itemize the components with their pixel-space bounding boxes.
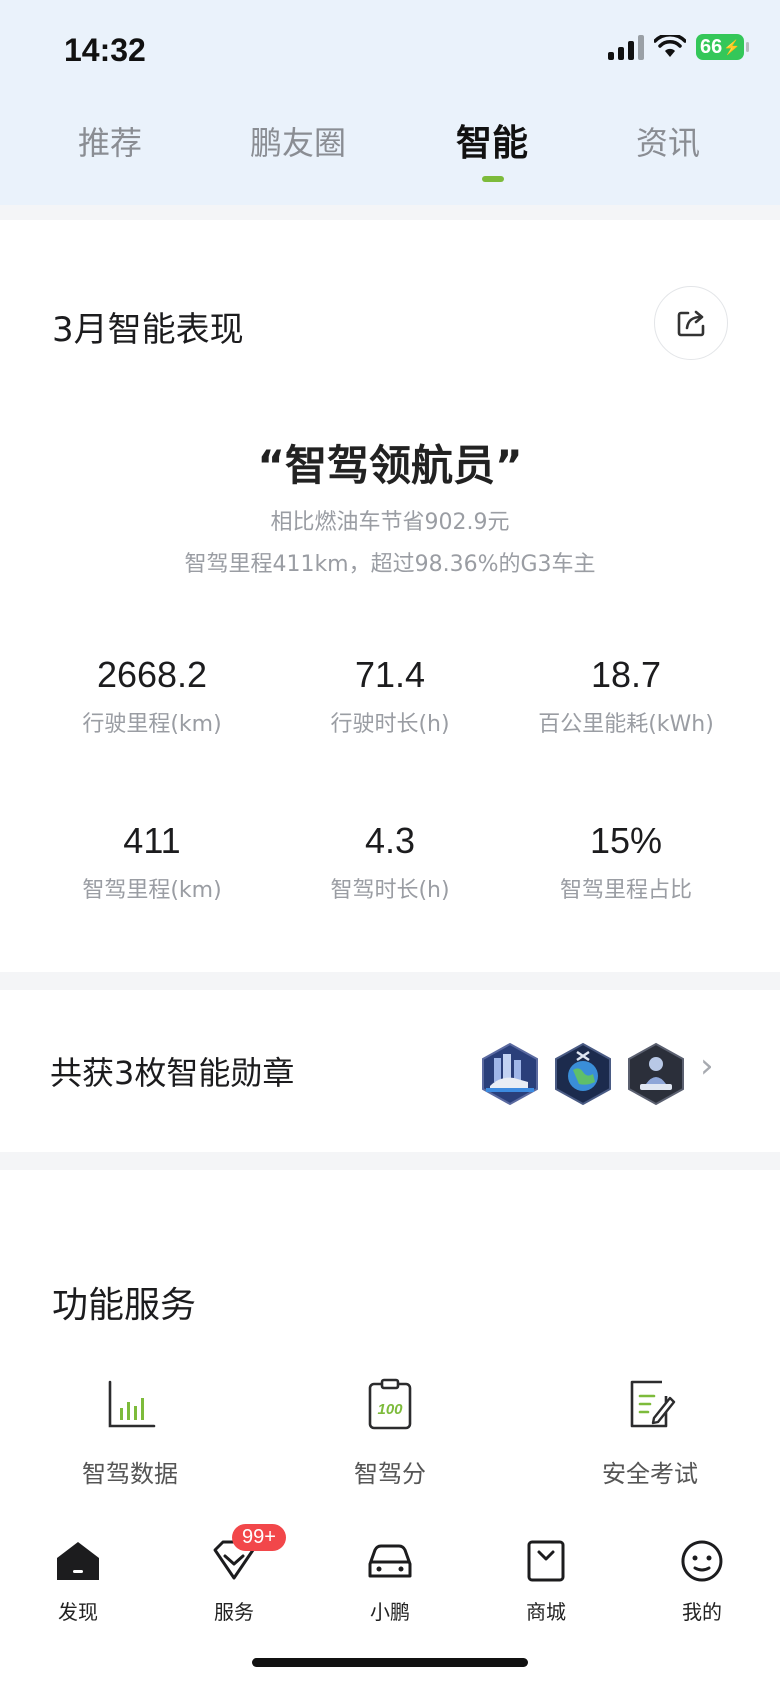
stat-value: 2668.2	[96, 654, 208, 695]
achievement-title: “智驾领航员”	[257, 441, 523, 490]
nav-label: 发现	[58, 1600, 98, 1624]
tab-recommend[interactable]: 推荐	[78, 118, 142, 164]
globe-medal-icon[interactable]	[553, 1042, 613, 1106]
city-car-medal-icon[interactable]	[480, 1042, 540, 1106]
service-label: 智驾数据	[82, 1460, 178, 1488]
status-time: 14:32	[64, 32, 146, 68]
car-icon	[368, 1544, 412, 1578]
stat-value: 411	[123, 820, 181, 861]
stat-value: 18.7	[590, 654, 662, 695]
service-smart-score[interactable]: 100 智驾分	[290, 1376, 490, 1489]
stat-value: 15%	[589, 820, 663, 861]
stat-label: 百公里能耗(kWh)	[538, 712, 714, 737]
service-label: 安全考试	[602, 1460, 698, 1488]
stat-label: 行驶里程(km)	[82, 712, 222, 737]
active-tab-indicator	[482, 176, 504, 182]
stat-smart-mileage-ratio: 15% 智驾里程占比	[506, 820, 746, 904]
status-indicators: 66 ⚡	[608, 34, 749, 60]
performance-title: 3月智能表现	[52, 310, 244, 350]
stat-smart-mileage: 411 智驾里程(km)	[32, 820, 272, 904]
top-tab-bar: 推荐 鹏友圈 智能 资讯	[0, 100, 780, 200]
score-icon-text: 100	[377, 1401, 403, 1418]
stat-energy-consumption: 18.7 百公里能耗(kWh)	[506, 654, 746, 738]
services-section: 功能服务 智驾数据 100 智驾分 安全考试	[0, 1170, 780, 1510]
service-label: 智驾分	[354, 1460, 426, 1488]
profile-icon	[681, 1540, 723, 1582]
charging-bolt-icon: ⚡	[723, 38, 741, 55]
score-clipboard-icon: 100	[368, 1378, 412, 1430]
medals-row[interactable]: 共获3枚智能勋章 ›	[0, 990, 780, 1152]
stat-label: 智驾里程占比	[559, 878, 692, 903]
bar-chart-icon	[108, 1380, 156, 1428]
nav-shop[interactable]: 商城	[486, 1538, 606, 1625]
stat-label: 行驶时长(h)	[330, 712, 450, 737]
battery-icon: 66 ⚡	[696, 34, 749, 60]
nav-xiaopeng[interactable]: 小鹏	[330, 1538, 450, 1625]
status-bar: 14:32 66 ⚡	[0, 0, 780, 100]
tab-friends-circle[interactable]: 鹏友圈	[250, 118, 346, 164]
stat-value: 4.3	[364, 820, 416, 861]
medals-title: 共获3枚智能勋章	[50, 1054, 295, 1092]
nav-profile[interactable]: 我的	[642, 1538, 762, 1625]
fuel-saving-text: 相比燃油车节省902.9元	[270, 510, 510, 535]
cellular-signal-icon	[608, 34, 644, 60]
tab-smart[interactable]: 智能	[456, 114, 528, 166]
wifi-icon	[654, 35, 686, 57]
home-icon	[57, 1542, 99, 1580]
notification-badge: 99+	[232, 1524, 286, 1551]
nav-label: 服务	[214, 1600, 254, 1624]
nav-discover[interactable]: 发现	[18, 1538, 138, 1625]
services-title: 功能服务	[52, 1285, 197, 1326]
exam-edit-icon	[630, 1380, 676, 1428]
service-safety-exam[interactable]: 安全考试	[550, 1376, 750, 1489]
shop-bag-icon	[527, 1540, 565, 1582]
stat-value: 71.4	[354, 654, 426, 695]
share-icon	[677, 310, 705, 337]
top-header: 14:32 66 ⚡ 推荐 鹏友圈 智能 资讯	[0, 0, 780, 205]
battery-level: 66	[700, 35, 723, 58]
nav-label: 我的	[682, 1600, 722, 1624]
stat-driving-duration: 71.4 行驶时长(h)	[270, 654, 510, 738]
stat-label: 智驾里程(km)	[82, 878, 222, 903]
home-indicator	[252, 1658, 528, 1667]
steering-medal-icon[interactable]	[626, 1042, 686, 1106]
share-button[interactable]	[654, 286, 728, 360]
stat-driving-mileage: 2668.2 行驶里程(km)	[32, 654, 272, 738]
chevron-right-icon[interactable]: ›	[700, 1046, 714, 1086]
stat-smart-duration: 4.3 智驾时长(h)	[270, 820, 510, 904]
nav-service[interactable]: 99+ 服务	[174, 1524, 294, 1625]
tab-news[interactable]: 资讯	[636, 118, 700, 164]
nav-label: 小鹏	[370, 1600, 410, 1624]
smart-mileage-ranking-text: 智驾里程411km，超过98.36%的G3车主	[184, 552, 596, 577]
performance-card: 3月智能表现 “智驾领航员” 相比燃油车节省902.9元 智驾里程411km，超…	[0, 220, 780, 972]
stat-label: 智驾时长(h)	[330, 878, 450, 903]
nav-label: 商城	[526, 1600, 566, 1624]
service-smart-data[interactable]: 智驾数据	[30, 1376, 230, 1489]
